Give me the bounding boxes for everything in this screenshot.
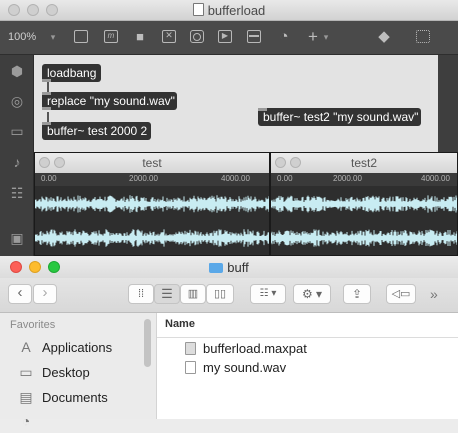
maxpat-file-icon	[185, 342, 196, 355]
time-ruler: 0.00 2000.00 4000.00	[35, 173, 269, 186]
cube-icon[interactable]: ⬢	[9, 63, 25, 79]
inlet[interactable]	[42, 92, 51, 95]
minimize-button[interactable]	[290, 157, 301, 168]
buffer-view-test[interactable]: test 0.00 2000.00 4000.00	[34, 152, 270, 256]
close-button[interactable]	[39, 157, 50, 168]
list-header: Name	[157, 313, 458, 338]
back-button[interactable]: ‹	[8, 284, 32, 304]
more-icon[interactable]: »	[430, 286, 438, 302]
share-icon[interactable]: ⇪	[343, 284, 371, 304]
waveform	[35, 195, 269, 247]
finder-title-bar: buff	[0, 256, 458, 278]
file-name: my sound.wav	[203, 360, 287, 375]
dial-icon[interactable]: ◔	[276, 29, 292, 45]
window-title: buff	[0, 260, 458, 275]
lock-icon[interactable]: ▣	[9, 230, 25, 246]
max-toolbar: 100% ▾ m ■ ✕ ▶ ◔ + ▾ ◆	[0, 21, 458, 55]
sidebar-item-applications[interactable]: A Applications	[16, 336, 112, 358]
replace-message[interactable]: replace "my sound.wav"	[42, 92, 177, 110]
gear-icon[interactable]: ⚙ ▾	[293, 284, 331, 304]
tick-label: 2000.00	[333, 174, 362, 183]
max-left-sidebar: ⬢ ◎ ▭ ♪ ☷ ▣	[0, 55, 34, 256]
chevron-down-icon[interactable]: ▾	[45, 29, 61, 45]
maxpat-doc-icon	[192, 3, 204, 16]
waveform	[271, 195, 457, 247]
fill-color-icon[interactable]: ◆	[376, 29, 392, 45]
waveform-channel	[271, 195, 457, 213]
message-object-icon[interactable]: m	[104, 30, 118, 43]
icon-view-button[interactable]: ⁞⁞	[128, 284, 154, 304]
slider-icon[interactable]	[247, 30, 261, 43]
buffer-test-object[interactable]: buffer~ test 2000 2	[42, 122, 151, 140]
grid-icon[interactable]	[416, 30, 430, 43]
chevron-down-icon[interactable]: ▾	[318, 29, 334, 45]
target-icon[interactable]: ◎	[9, 93, 25, 109]
sidebar-item-desktop[interactable]: ▭ Desktop	[16, 361, 89, 383]
number-box-icon[interactable]: ▶	[218, 30, 232, 43]
group-by-button[interactable]: ☷ ▾	[250, 284, 286, 304]
grid-menu-icon[interactable]: ☷	[9, 185, 25, 201]
documents-icon: ▤	[19, 389, 33, 405]
audio-file-icon	[185, 361, 196, 374]
outlet[interactable]	[42, 107, 51, 110]
gallery-view-button[interactable]: ▯▯	[206, 284, 234, 304]
folder-icon	[209, 263, 224, 273]
finder-window: buff ‹ › ⁞⁞ ☰ ▥ ▯▯ ☷ ▾ ⚙ ▾ ⇪ ◁▭ » Favori…	[0, 256, 458, 429]
media-icon[interactable]: ▭	[9, 123, 25, 139]
file-name: bufferload.maxpat	[203, 341, 307, 356]
tick-label: 4000.00	[421, 174, 450, 183]
tag-icon[interactable]: ◁▭	[386, 284, 416, 304]
finder-sidebar: Favorites A Applications ▭ Desktop ▤ Docume…	[0, 313, 157, 429]
waveform-display[interactable]	[271, 186, 457, 255]
button-object-icon[interactable]	[190, 30, 204, 43]
file-row[interactable]: my sound.wav	[157, 359, 458, 377]
outlet[interactable]	[42, 79, 51, 82]
inlet[interactable]	[258, 108, 267, 111]
presentation-icon[interactable]	[74, 30, 88, 43]
waveform-channel	[35, 195, 269, 213]
sidebar-item-next[interactable]: ◔	[16, 410, 42, 432]
applications-icon: A	[21, 339, 31, 355]
column-view-button[interactable]: ▥	[180, 284, 206, 304]
loadbang-object[interactable]: loadbang	[42, 64, 101, 82]
buffer-view-test2[interactable]: test2 0.00 2000.00 4000.00	[270, 152, 458, 256]
tick-label: 4000.00	[221, 174, 250, 183]
sidebar-scrollbar[interactable]	[144, 319, 151, 367]
tick-label: 2000.00	[129, 174, 158, 183]
file-list: Name bufferload.maxpat my sound.wav	[157, 313, 458, 419]
zoom-level[interactable]: 100%	[8, 31, 36, 43]
comment-icon[interactable]: ■	[132, 29, 148, 45]
max-window: bufferload 100% ▾ m ■ ✕ ▶ ◔ + ▾ ◆ ⬢ ◎ ▭ …	[0, 0, 458, 256]
list-view-button[interactable]: ☰	[154, 284, 180, 304]
file-row[interactable]: bufferload.maxpat	[157, 340, 458, 358]
name-column-header[interactable]: Name	[165, 318, 195, 330]
music-note-icon[interactable]: ♪	[9, 154, 25, 170]
close-button[interactable]	[275, 157, 286, 168]
waveform-channel	[271, 229, 457, 247]
max-title-bar: bufferload	[0, 0, 458, 21]
desktop-icon: ▭	[19, 364, 33, 380]
tick-label: 0.00	[41, 174, 57, 183]
waveform-channel	[35, 229, 269, 247]
sidebar-item-documents[interactable]: ▤ Documents	[16, 386, 107, 408]
buffer-window-title: test	[35, 153, 269, 174]
time-ruler: 0.00 2000.00 4000.00	[271, 173, 457, 186]
inlet[interactable]	[42, 122, 51, 125]
forward-button[interactable]: ›	[33, 284, 57, 304]
buffer-test2-object[interactable]: buffer~ test2 "my sound.wav"	[258, 108, 421, 126]
waveform-display[interactable]	[35, 186, 269, 255]
sidebar-icon: ◔	[21, 413, 31, 429]
minimize-button[interactable]	[54, 157, 65, 168]
toggle-icon[interactable]: ✕	[162, 30, 176, 43]
window-title: bufferload	[0, 3, 458, 18]
tick-label: 0.00	[277, 174, 293, 183]
finder-toolbar: ‹ › ⁞⁞ ☰ ▥ ▯▯ ☷ ▾ ⚙ ▾ ⇪ ◁▭ »	[0, 278, 458, 313]
favorites-heading: Favorites	[10, 319, 56, 331]
patch-cord	[47, 112, 49, 122]
